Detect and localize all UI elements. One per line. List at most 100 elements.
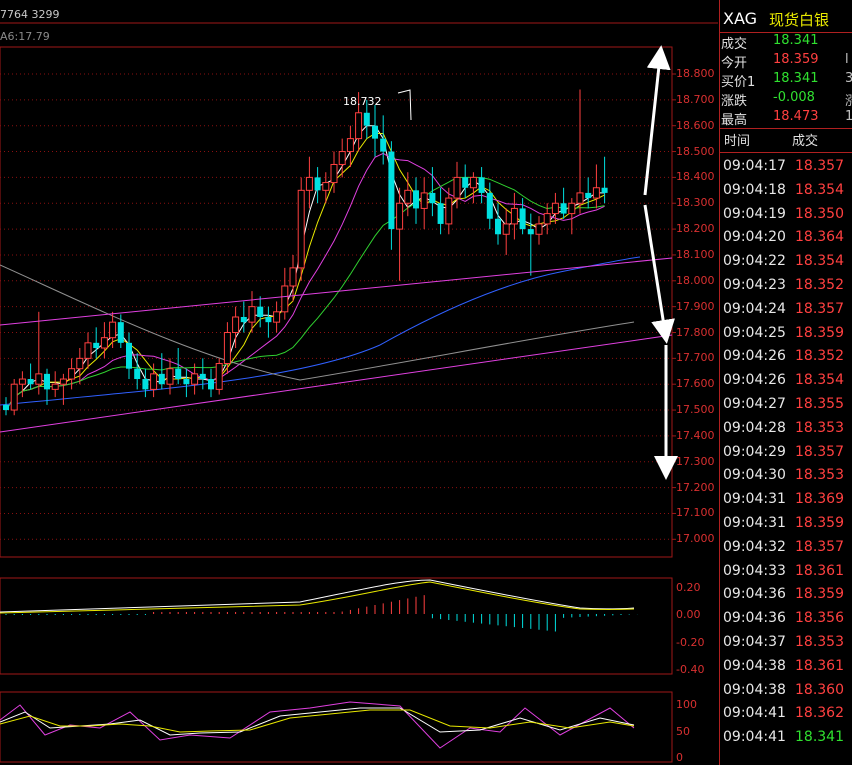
price-tick-label: 17.900	[676, 299, 715, 313]
candle-body	[93, 342, 100, 349]
quote-row: 涨跌 -0.008 涨	[720, 90, 852, 110]
tick-time: 09:04:31	[723, 491, 786, 508]
quote-overflow: l	[845, 52, 849, 67]
candle-body	[388, 151, 395, 230]
candle-body	[215, 363, 223, 390]
candle-body	[158, 373, 165, 385]
tick-row: 09:04:26 18.352	[720, 348, 852, 370]
price-tick-label: 18.200	[676, 222, 715, 236]
tick-row: 09:04:36 18.359	[720, 586, 852, 608]
tick-row: 09:04:23 18.352	[720, 277, 852, 299]
trend-channel	[0, 89, 673, 433]
tick-time: 09:04:27	[723, 396, 786, 412]
candle-body	[76, 357, 84, 370]
candle-body	[495, 218, 501, 235]
tick-time: 09:04:26	[723, 348, 786, 365]
tick-price: 18.357	[795, 158, 844, 174]
quote-value: 18.341	[773, 71, 819, 86]
tick-price: 18.364	[795, 229, 844, 246]
candle-body	[338, 151, 346, 165]
price-tick-label: 18.000	[676, 273, 715, 287]
symbol-name: 现货白银	[769, 11, 830, 29]
tick-time: 09:04:38	[723, 657, 786, 674]
tick-row: 09:04:22 18.354	[720, 253, 852, 275]
tick-time: 09:04:17	[723, 158, 786, 174]
tick-time: 09:04:28	[723, 419, 786, 436]
candle-body	[248, 306, 256, 323]
ma-line	[5, 152, 605, 411]
candle-body	[281, 285, 289, 313]
candle-body	[535, 223, 543, 235]
tick-time: 09:04:33	[723, 562, 786, 579]
candle-body	[404, 189, 412, 204]
macd-tick-label: 0.00	[676, 608, 701, 621]
price-tick-label: 17.000	[676, 532, 715, 546]
candle-body	[142, 379, 149, 390]
price-tick-label: 18.400	[676, 170, 715, 184]
tick-row: 09:04:18 18.354	[720, 182, 852, 204]
quote-row: 最高 18.473 1	[720, 109, 852, 129]
price-tick-label: 18.600	[676, 118, 715, 132]
candle-body	[117, 322, 124, 343]
price-tick-label: 18.500	[676, 144, 715, 158]
tick-row: 09:04:20 18.364	[720, 229, 852, 251]
candle-body	[265, 316, 272, 323]
tick-price: 18.352	[795, 348, 844, 365]
candle-body	[543, 213, 551, 225]
kdj-tick-label: 0	[676, 751, 683, 764]
candle-body	[330, 163, 338, 184]
ma-readout: A6:17.79	[0, 30, 50, 43]
candle-body	[51, 383, 59, 390]
macd-tick-label: -0.40	[676, 663, 705, 676]
quote-overflow: 3	[845, 71, 852, 86]
tick-price: 18.359	[795, 324, 844, 341]
symbol-code: XAG	[723, 9, 758, 28]
candle-body	[257, 306, 264, 317]
main-frame	[0, 46, 673, 558]
candle-body	[109, 321, 117, 339]
candle-body	[601, 187, 608, 193]
candle-body	[199, 373, 206, 380]
candle-body	[502, 223, 510, 235]
quote-row: 成交 18.341	[720, 33, 852, 53]
tick-row: 09:04:38 18.360	[720, 682, 852, 704]
quote-overflow	[845, 33, 852, 53]
peak-marker	[397, 89, 412, 121]
kline-chart[interactable]: 7764 3299 A6:17.79 18.732 18.800 18.700 18…	[0, 0, 718, 765]
chart-canvas[interactable]	[0, 0, 718, 765]
macd-panel	[0, 579, 638, 632]
candle-body	[183, 379, 190, 385]
candle-body	[445, 197, 453, 225]
tick-row: 09:04:19 18.350	[720, 206, 852, 228]
candle-body	[191, 373, 199, 385]
candle-body	[372, 125, 378, 139]
tick-row: 09:04:29 18.357	[720, 444, 852, 466]
tick-row: 09:04:27 18.355	[720, 396, 852, 418]
candle-body	[363, 112, 370, 126]
candle-body	[346, 138, 354, 153]
candle-body	[420, 192, 428, 209]
quote-value: -0.008	[773, 90, 815, 105]
kdj-d	[0, 707, 635, 736]
channel-upper-line	[0, 257, 673, 326]
tick-row: 09:04:38 18.361	[720, 658, 852, 680]
candle-body	[35, 373, 43, 385]
candle-body	[592, 187, 600, 199]
candle-body	[305, 176, 313, 191]
tick-price: 18.362	[795, 705, 844, 722]
tick-price: 18.357	[795, 300, 844, 317]
tick-time: 09:04:23	[723, 277, 786, 293]
candle-body	[429, 192, 436, 204]
price-tick-label: 18.300	[676, 196, 715, 210]
tick-row: 09:04:33 18.361	[720, 563, 852, 585]
down-arrow	[643, 204, 675, 344]
quote-value: 18.359	[773, 52, 819, 67]
ma-line	[5, 132, 605, 411]
candle-body	[232, 316, 240, 333]
moving-averages	[0, 125, 641, 411]
price-header: 成交	[792, 134, 819, 149]
candle-body	[3, 404, 9, 411]
candle-body	[27, 379, 34, 385]
candle-body	[527, 229, 534, 235]
tick-price: 18.359	[795, 586, 844, 603]
